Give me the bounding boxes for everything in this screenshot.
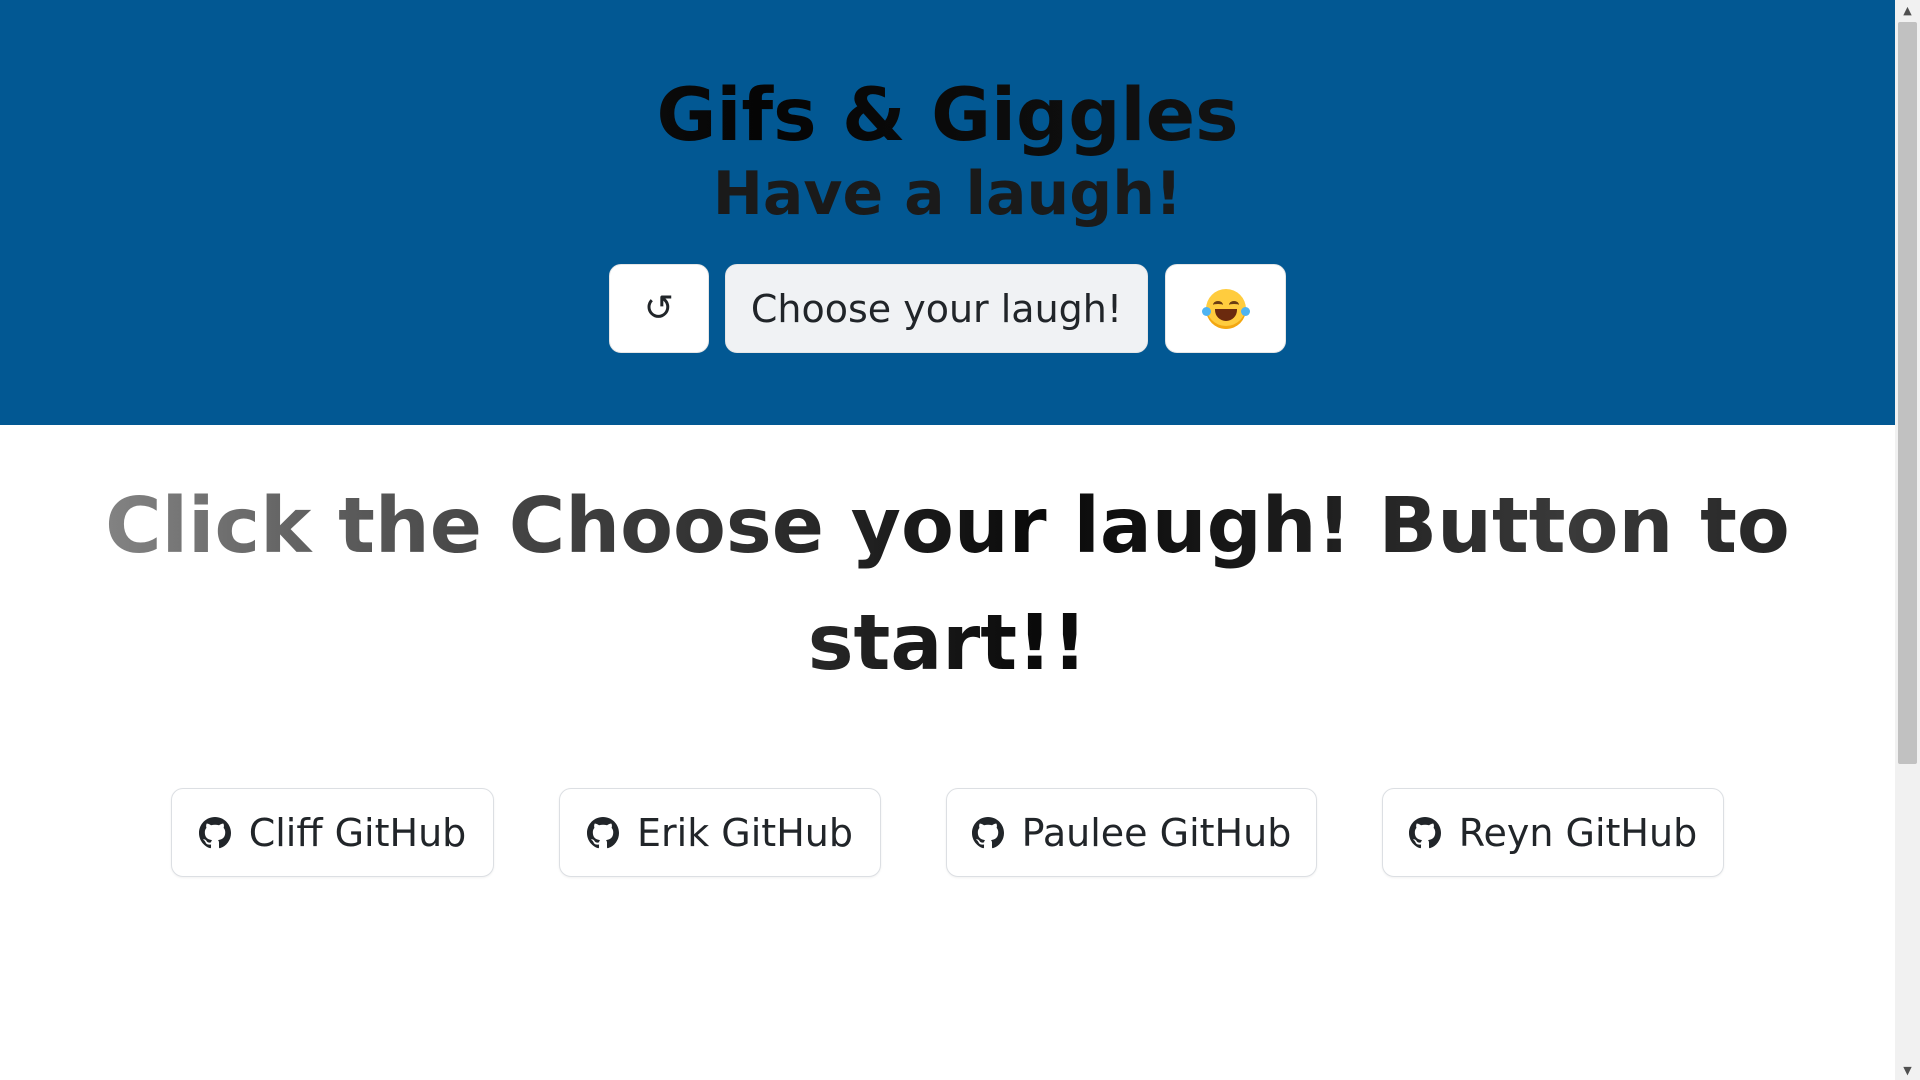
scroll-down-arrow-icon[interactable]: ▼ bbox=[1895, 1060, 1920, 1080]
github-icon bbox=[587, 816, 620, 848]
face-with-tears-of-joy-icon bbox=[1201, 288, 1250, 329]
page: Gifs & Giggles Have a laugh! ↺ Choose yo… bbox=[0, 0, 1920, 1080]
refresh-icon: ↺ bbox=[643, 288, 675, 329]
start-prompt-heading: Click the Choose your laugh! Button to s… bbox=[60, 468, 1835, 702]
header-banner: Gifs & Giggles Have a laugh! ↺ Choose yo… bbox=[0, 0, 1895, 425]
erik-github-label: Erik GitHub bbox=[637, 810, 853, 855]
cliff-github-button[interactable]: Cliff GitHub bbox=[171, 788, 494, 877]
github-icon bbox=[198, 816, 231, 848]
scrollbar-thumb[interactable] bbox=[1898, 22, 1917, 764]
paulee-github-label: Paulee GitHub bbox=[1021, 810, 1292, 855]
reyn-github-label: Reyn GitHub bbox=[1458, 810, 1698, 855]
app-subtitle: Have a laugh! bbox=[712, 159, 1183, 229]
refresh-button[interactable]: ↺ bbox=[609, 264, 709, 353]
header-button-group: ↺ Choose your laugh! bbox=[0, 264, 1895, 353]
viewport: Gifs & Giggles Have a laugh! ↺ Choose yo… bbox=[0, 0, 1895, 1080]
erik-github-button[interactable]: Erik GitHub bbox=[559, 788, 881, 877]
paulee-github-button[interactable]: Paulee GitHub bbox=[946, 788, 1317, 877]
scroll-up-arrow-icon[interactable]: ▲ bbox=[1895, 0, 1920, 20]
github-icon bbox=[1408, 816, 1441, 848]
github-icon bbox=[971, 816, 1004, 848]
vertical-scrollbar[interactable]: ▲ ▼ bbox=[1895, 0, 1920, 1080]
reyn-github-button[interactable]: Reyn GitHub bbox=[1382, 788, 1724, 877]
choose-your-laugh-button[interactable]: Choose your laugh! bbox=[725, 264, 1148, 353]
cliff-github-label: Cliff GitHub bbox=[248, 810, 467, 855]
choose-your-laugh-label: Choose your laugh! bbox=[750, 286, 1123, 331]
app-title: Gifs & Giggles bbox=[0, 68, 1895, 164]
laugh-emoji-button[interactable] bbox=[1165, 264, 1286, 353]
